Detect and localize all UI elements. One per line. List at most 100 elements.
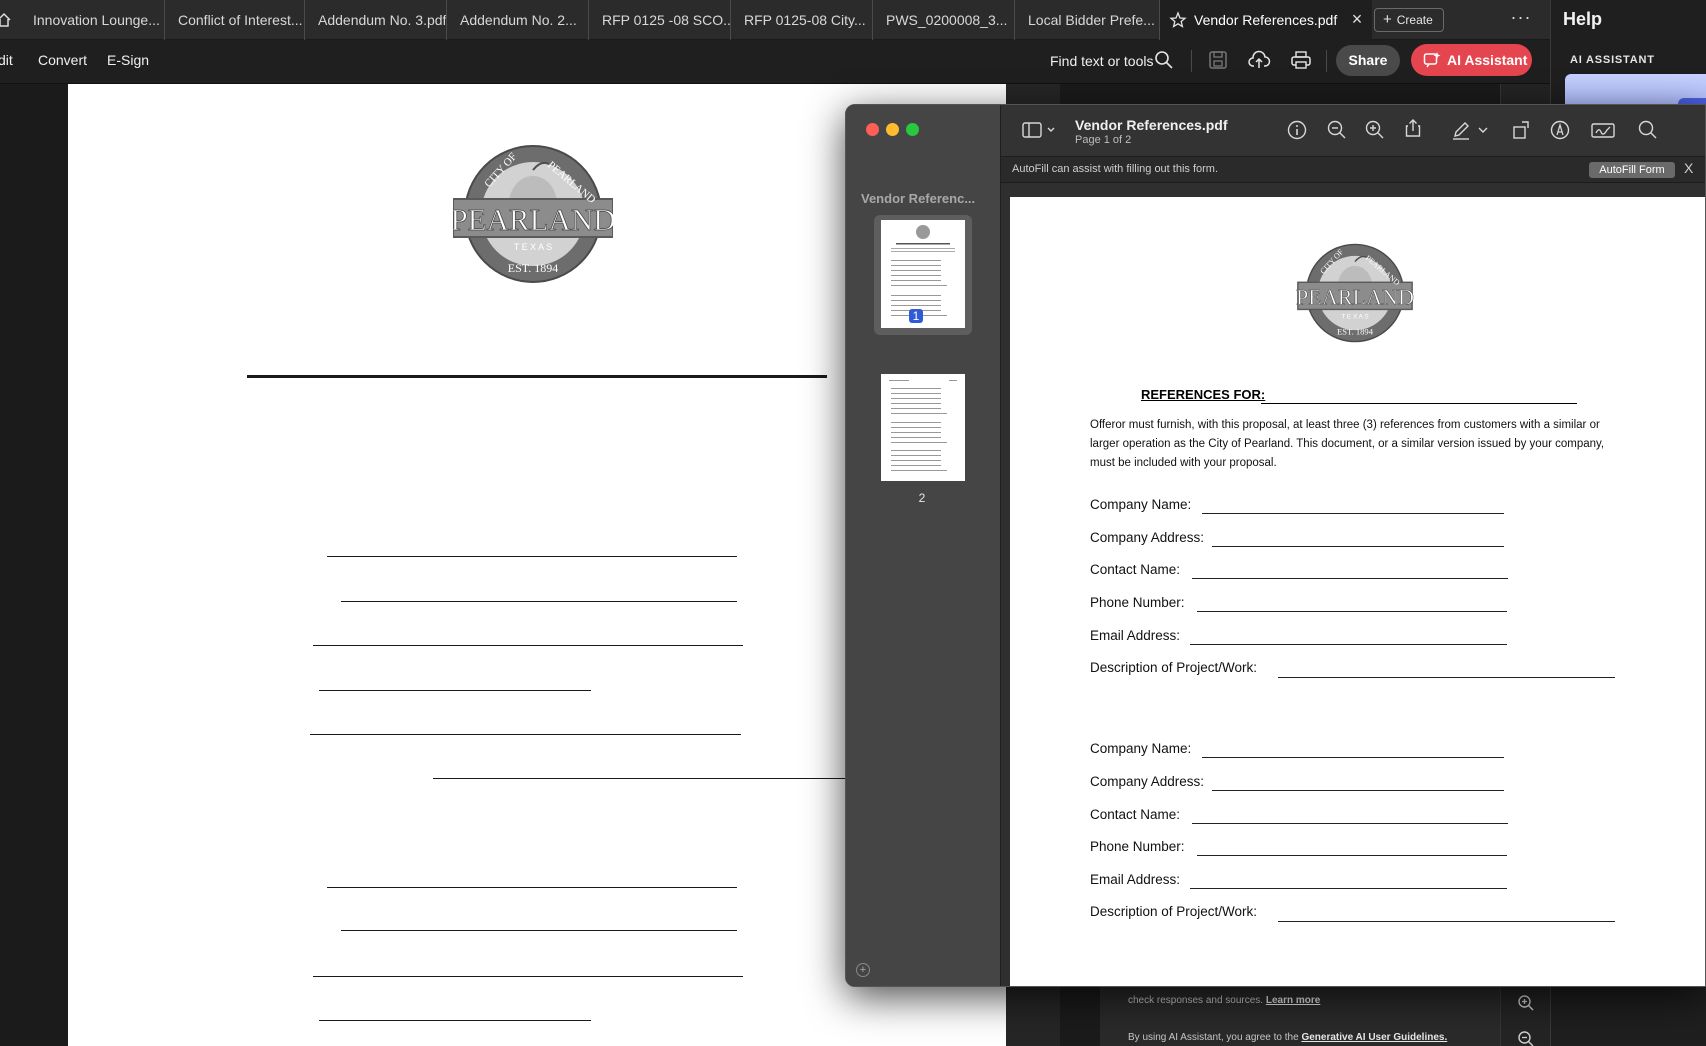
markup-icon[interactable] bbox=[1549, 119, 1571, 141]
autofill-message: AutoFill can assist with filling out thi… bbox=[1012, 163, 1219, 175]
share-icon[interactable] bbox=[1402, 117, 1424, 139]
star-icon[interactable] bbox=[1169, 11, 1187, 29]
help-title[interactable]: Help bbox=[1563, 9, 1602, 30]
save-icon[interactable] bbox=[1206, 48, 1230, 72]
form-line bbox=[319, 690, 591, 691]
tab-local-bidder[interactable]: Local Bidder Prefe... bbox=[1015, 0, 1160, 40]
preview-page-indicator: Page 1 of 2 bbox=[1075, 134, 1132, 146]
tab-vendor-references[interactable]: Vendor References.pdf bbox=[1160, 0, 1372, 40]
tab-rfp-city[interactable]: RFP 0125-08 City... bbox=[731, 0, 873, 40]
seal-main-text: PEARLAND bbox=[453, 202, 613, 237]
tab-rfp-scope[interactable]: RFP 0125 -08 SCO... bbox=[589, 0, 731, 40]
page-thumbnail-2[interactable] bbox=[881, 374, 965, 481]
ai-assistant-heading: AI ASSISTANT bbox=[1570, 54, 1655, 66]
create-label: Create bbox=[1396, 13, 1433, 27]
ai-assistant-button[interactable]: AI Assistant bbox=[1411, 44, 1532, 76]
menu-esign[interactable]: E-Sign bbox=[107, 52, 149, 68]
menu-edit[interactable]: dit bbox=[0, 52, 13, 68]
add-page-icon[interactable]: + bbox=[856, 963, 870, 977]
autofill-form-button[interactable]: AutoFill Form bbox=[1589, 162, 1675, 178]
screen: Innovation Lounge... Conflict of Interes… bbox=[0, 0, 1706, 1046]
sidebar-document-title: Vendor Referenc... bbox=[861, 191, 976, 206]
search-icon[interactable] bbox=[1152, 48, 1176, 72]
phone-number-field[interactable] bbox=[1197, 611, 1507, 612]
city-seal-logo: PEARLAND T E X A S EST. 1894 CITY OF PEA… bbox=[1296, 243, 1414, 343]
references-for-field[interactable] bbox=[1261, 403, 1577, 404]
info-icon[interactable] bbox=[1286, 119, 1308, 141]
tab-label: Addendum No. 3.pdf bbox=[318, 12, 447, 28]
learn-more-link[interactable]: Learn more bbox=[1266, 995, 1320, 1006]
preview-window: Vendor Referenc... 1 2 + Vendor Referenc… bbox=[845, 104, 1706, 987]
description-field[interactable] bbox=[1278, 921, 1615, 922]
company-address-field[interactable] bbox=[1212, 546, 1504, 547]
tab-innovation-lounge[interactable]: Innovation Lounge... bbox=[20, 0, 165, 40]
tab-label: Local Bidder Prefe... bbox=[1028, 12, 1155, 28]
contact-name-label: Contact Name: bbox=[1090, 807, 1181, 822]
signature-icon[interactable] bbox=[1590, 119, 1616, 141]
zoom-in-icon[interactable] bbox=[1364, 119, 1386, 141]
tab-conflict-of-interest[interactable]: Conflict of Interest... bbox=[165, 0, 305, 40]
preview-thumbnail-sidebar: Vendor Referenc... 1 2 + bbox=[846, 105, 1001, 986]
tab-addendum-3[interactable]: Addendum No. 3.pdf bbox=[305, 0, 447, 40]
find-text-or-tools[interactable]: Find text or tools bbox=[1050, 53, 1154, 69]
email-address-field[interactable] bbox=[1190, 644, 1507, 645]
chevron-down-icon[interactable] bbox=[1476, 119, 1490, 141]
zoom-in-icon[interactable] bbox=[1517, 994, 1535, 1012]
share-button[interactable]: Share bbox=[1336, 45, 1400, 76]
sidebar-toggle-icon[interactable] bbox=[1021, 119, 1059, 141]
tab-label: Addendum No. 2... bbox=[460, 12, 577, 28]
description-field[interactable] bbox=[1278, 677, 1615, 678]
more-options-icon[interactable]: ··· bbox=[1508, 8, 1534, 32]
zoom-out-icon[interactable] bbox=[1517, 1030, 1535, 1046]
main-toolbar: dit Convert E-Sign bbox=[0, 40, 1550, 84]
home-icon[interactable] bbox=[0, 12, 12, 28]
email-address-label: Email Address: bbox=[1090, 628, 1181, 643]
close-tab-icon[interactable]: × bbox=[1346, 8, 1368, 30]
tab-label: PWS_0200008_3... bbox=[886, 12, 1008, 28]
references-heading: REFERENCES FOR: bbox=[1141, 387, 1266, 402]
close-banner-icon[interactable]: X bbox=[1684, 160, 1693, 176]
rotate-icon[interactable] bbox=[1510, 119, 1532, 141]
toolbar-divider bbox=[1191, 50, 1192, 72]
title-underline bbox=[247, 375, 827, 378]
form-line bbox=[313, 976, 743, 977]
cloud-upload-icon[interactable] bbox=[1247, 48, 1271, 72]
minimize-window-button[interactable] bbox=[886, 123, 899, 136]
contact-name-field[interactable] bbox=[1192, 578, 1508, 579]
preview-page: PEARLAND T E X A S EST. 1894 CITY OF PEA… bbox=[1010, 197, 1705, 986]
phone-number-field[interactable] bbox=[1197, 855, 1507, 856]
company-address-field[interactable] bbox=[1212, 790, 1504, 791]
form-line bbox=[341, 601, 737, 602]
company-name-field[interactable] bbox=[1202, 513, 1504, 514]
form-line bbox=[313, 645, 743, 646]
seal-state-text: T E X A S bbox=[1341, 314, 1368, 321]
print-icon[interactable] bbox=[1289, 48, 1313, 72]
description-label: Description of Project/Work: bbox=[1090, 904, 1258, 919]
zoom-out-icon[interactable] bbox=[1326, 119, 1348, 141]
company-name-field[interactable] bbox=[1202, 757, 1504, 758]
menu-convert[interactable]: Convert bbox=[38, 52, 87, 68]
page-number-2: 2 bbox=[918, 491, 926, 505]
tab-label: Conflict of Interest... bbox=[178, 12, 303, 28]
form-line bbox=[327, 556, 737, 557]
tab-label: RFP 0125-08 City... bbox=[744, 12, 866, 28]
preview-document-title: Vendor References.pdf bbox=[1075, 117, 1228, 133]
email-address-label: Email Address: bbox=[1090, 872, 1181, 887]
search-icon[interactable] bbox=[1637, 119, 1659, 141]
contact-name-field[interactable] bbox=[1192, 823, 1508, 824]
highlight-pen-icon[interactable] bbox=[1450, 119, 1472, 141]
create-button[interactable]: + Create bbox=[1374, 8, 1444, 32]
page-thumbnail-1[interactable] bbox=[881, 220, 965, 328]
company-name-label: Company Name: bbox=[1090, 497, 1192, 512]
form-line bbox=[319, 1020, 591, 1021]
ai-guidelines-link[interactable]: Generative AI User Guidelines. bbox=[1301, 1032, 1447, 1043]
email-address-field[interactable] bbox=[1190, 888, 1507, 889]
zoom-window-button[interactable] bbox=[906, 123, 919, 136]
close-window-button[interactable] bbox=[866, 123, 879, 136]
tab-label: Vendor References.pdf bbox=[1194, 12, 1338, 28]
tab-pws[interactable]: PWS_0200008_3... bbox=[873, 0, 1015, 40]
disclaimer-text: By using AI Assistant, you agree to the bbox=[1128, 1032, 1299, 1043]
seal-main-text: PEARLAND bbox=[1296, 284, 1414, 309]
ai-assistant-label: AI Assistant bbox=[1447, 52, 1528, 68]
tab-addendum-2[interactable]: Addendum No. 2... bbox=[447, 0, 589, 40]
